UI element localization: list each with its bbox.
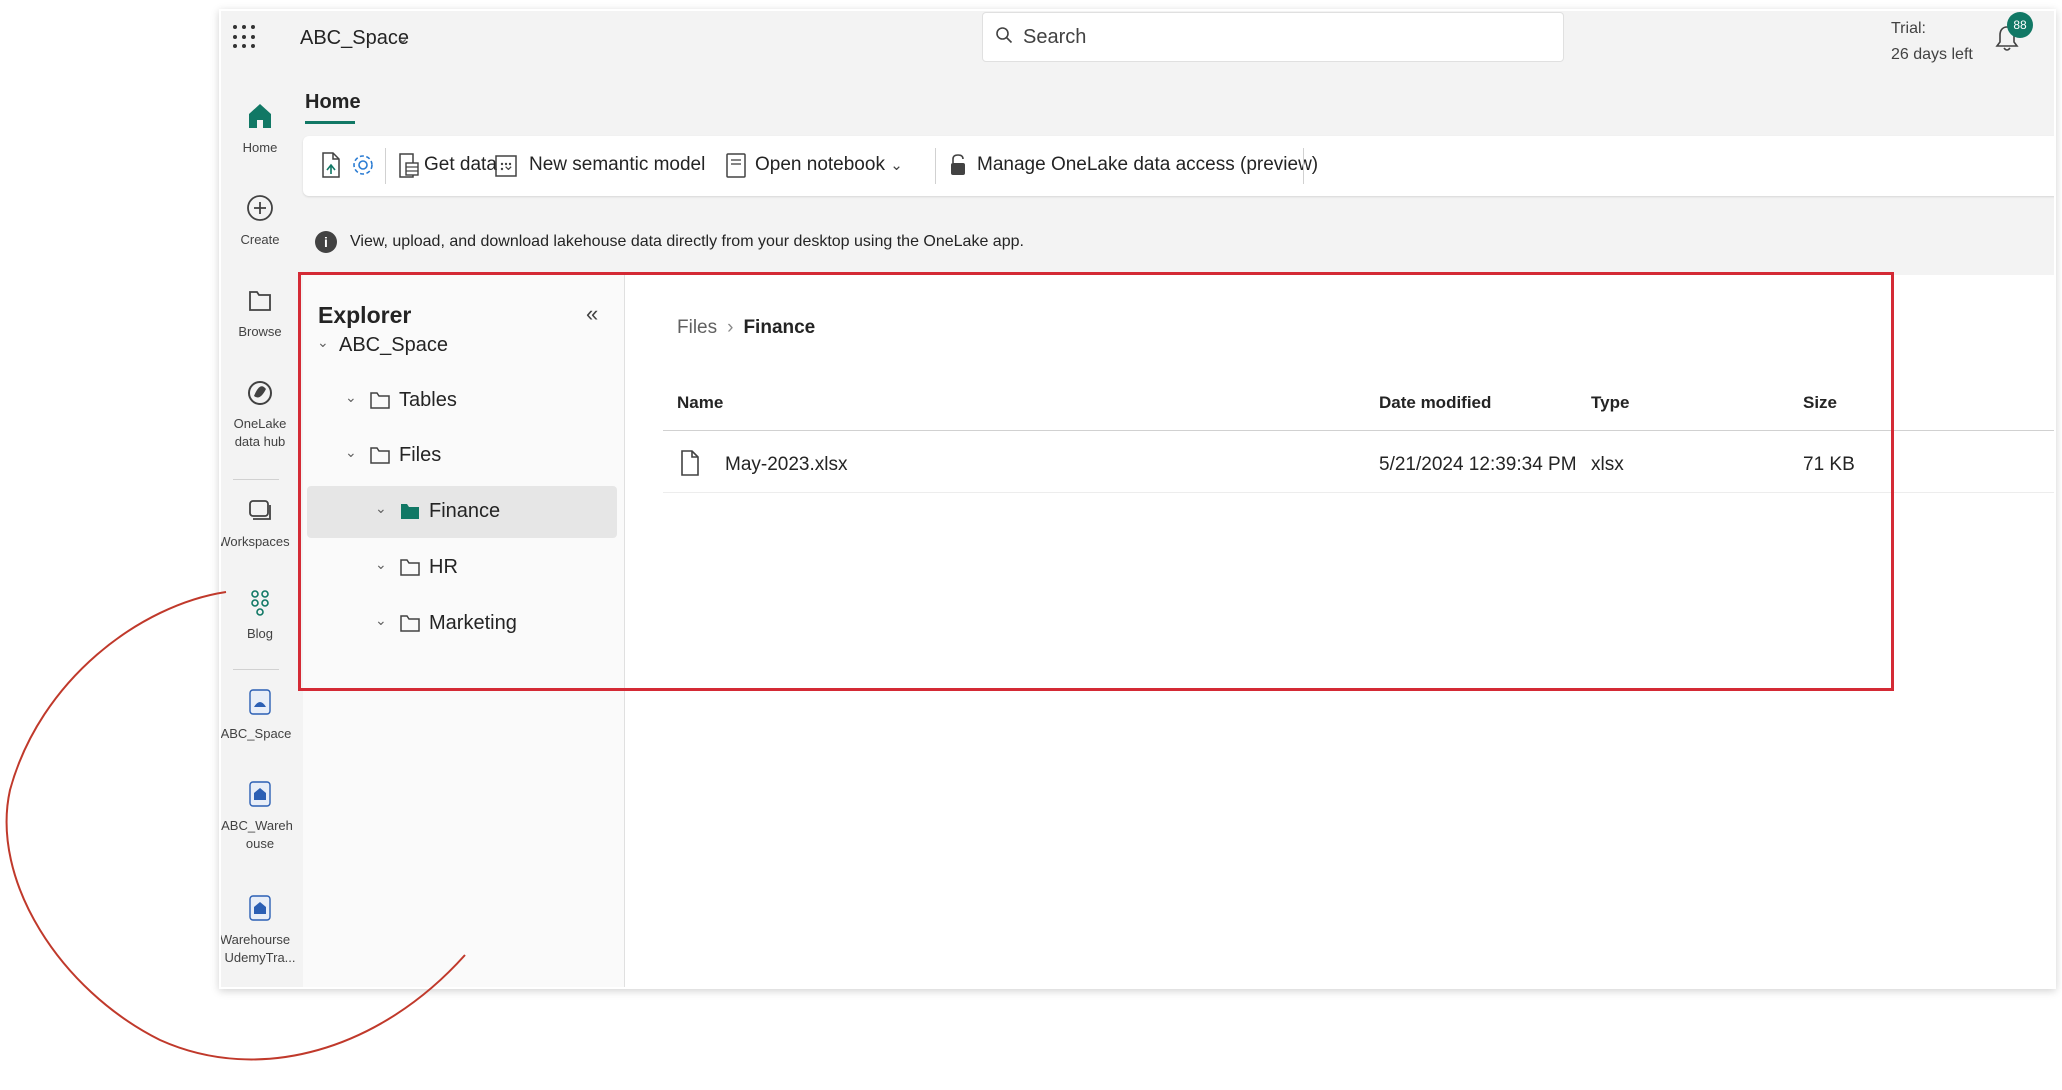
lock-access-icon	[951, 154, 965, 175]
top-bar: ABC_Space ⌄ Trial: 26 days left 88	[221, 11, 2054, 67]
tab-home-indicator	[305, 121, 355, 124]
rail-label: OneLake	[233, 416, 287, 431]
app-launcher-icon[interactable]	[233, 25, 257, 49]
notebook-icon	[726, 153, 746, 178]
rail-item-workspaces[interactable]: Workspaces	[221, 495, 299, 551]
get-data-icon	[399, 153, 419, 178]
create-icon	[247, 195, 273, 221]
semantic-model-icon	[495, 155, 517, 177]
home-icon	[249, 104, 271, 128]
browse-icon	[249, 291, 271, 311]
search-box[interactable]	[982, 12, 1564, 62]
info-message: View, upload, and download lakehouse dat…	[350, 233, 1024, 250]
new-semantic-model-button[interactable]: New semantic model	[529, 154, 705, 176]
toolbar-divider	[385, 148, 386, 184]
ribbon-toolbar: Get data ⌄ New semantic model Open noteb…	[303, 136, 2054, 196]
rail-label: Create	[240, 232, 280, 247]
chevron-down-icon[interactable]: ⌄	[396, 28, 409, 48]
toolbar-divider	[1303, 148, 1304, 184]
rail-divider	[233, 479, 279, 480]
rail-label: Browse	[238, 324, 282, 339]
rail-item-create[interactable]: Create	[221, 193, 299, 249]
trial-days-left: 26 days left	[1891, 46, 1973, 63]
rail-item-browse[interactable]: Browse	[221, 285, 299, 341]
workspace-name[interactable]: ABC_Space	[300, 27, 409, 50]
manage-onelake-access-button[interactable]: Manage OneLake data access (preview)	[977, 154, 1318, 176]
trial-label: Trial:	[1891, 20, 1926, 37]
search-input[interactable]	[1023, 13, 1543, 61]
search-icon	[996, 27, 1013, 44]
rail-label-2: data hub	[234, 434, 286, 449]
tab-home[interactable]: Home	[305, 91, 361, 114]
rail-label: Home	[242, 140, 278, 155]
notification-badge: 88	[2007, 12, 2033, 38]
chevron-down-icon: ⌄	[890, 157, 903, 174]
highlight-box-annotation	[298, 272, 1894, 691]
rail-item-onelake[interactable]: OneLake data hub	[221, 377, 299, 451]
rail-label: Workspaces	[221, 534, 290, 549]
circle-annotation	[5, 591, 466, 1061]
open-notebook-button[interactable]: Open notebook ⌄	[755, 154, 903, 176]
toolbar-divider	[935, 148, 936, 184]
onelake-icon	[248, 381, 272, 405]
open-notebook-label: Open notebook	[755, 154, 885, 175]
trial-status[interactable]: Trial: 26 days left	[1891, 16, 1973, 68]
get-data-label: Get data	[424, 154, 497, 175]
workspaces-icon	[249, 500, 271, 520]
info-icon: i	[315, 231, 337, 253]
info-banner: i View, upload, and download lakehouse d…	[303, 217, 2054, 273]
rail-item-home[interactable]: Home	[221, 101, 299, 157]
settings-gear-icon[interactable]	[350, 151, 376, 179]
upload-file-icon[interactable]	[318, 151, 344, 179]
